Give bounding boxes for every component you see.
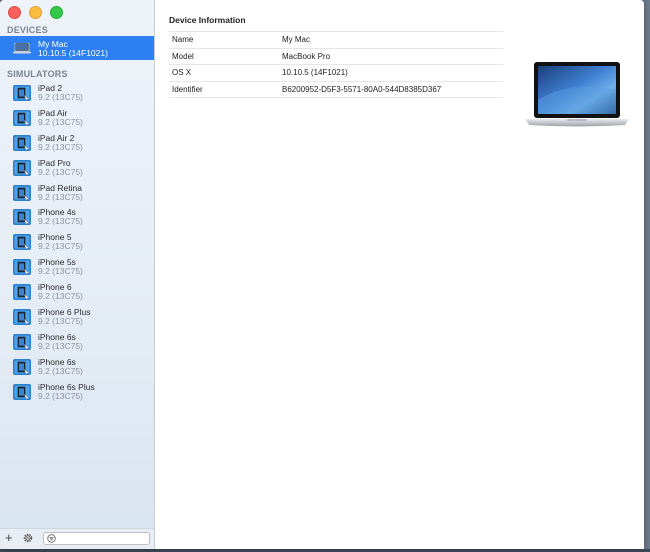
simulator-item[interactable]: iPad Pro 9.2 (13C75) [0,156,154,181]
sidebar: DEVICES My Mac 10.10.5 (14F1021) SIMULAT… [0,0,155,549]
simulator-version: 9.2 (13C75) [38,191,83,202]
simulator-icon [13,134,31,151]
desktop-background [644,0,650,552]
macbook-pro-image [525,62,629,127]
simulator-icon [13,85,31,101]
info-key: Model [172,51,194,61]
simulator-item[interactable]: iPhone 6s Plus 9.2 (13C75) [0,380,154,405]
device-item-my-mac[interactable]: My Mac 10.10.5 (14F1021) [0,36,154,60]
simulator-list: iPad 2 9.2 (13C75) iPad Air 9.2 (13C75) iPad… [0,81,154,405]
simulator-version: 9.2 (13C75) [38,241,83,252]
minimize-window-button[interactable] [29,6,42,19]
simulator-version: 9.2 (13C75) [38,365,83,376]
add-device-button[interactable]: + [5,531,13,545]
info-row-name: Name My Mac [169,31,503,48]
sidebar-bottom-bar: + [0,528,154,549]
simulator-icon [13,383,31,400]
info-value: MacBook Pro [282,51,331,61]
info-row-model: Model MacBook Pro [169,47,503,65]
simulator-version: 9.2 (13C75) [38,166,83,177]
simulator-icon [13,333,31,350]
simulator-icon [13,309,31,326]
devices-window: DEVICES My Mac 10.10.5 (14F1021) SIMULAT… [0,0,644,549]
window-controls [8,6,63,19]
simulator-icon [13,259,31,276]
simulator-version: 9.2 (13C75) [38,266,83,277]
simulator-icon [13,284,31,301]
simulator-icon [13,184,31,201]
simulator-item[interactable]: iPhone 6s 9.2 (13C75) [0,330,154,355]
simulator-version: 9.2 (13C75) [38,340,83,351]
simulator-version: 9.2 (13C75) [38,216,83,227]
simulator-item[interactable]: iPhone 4s 9.2 (13C75) [0,205,154,230]
info-row-os: OS X 10.10.5 (14F1021) [169,64,503,81]
filter-search-field[interactable] [43,532,150,545]
simulators-section-header: SIMULATORS [7,69,68,79]
gear-icon[interactable] [22,532,34,544]
info-key: Name [172,35,194,44]
simulator-item[interactable]: iPhone 6s 9.2 (13C75) [0,355,154,380]
zoom-window-button[interactable] [50,6,63,19]
simulator-item[interactable]: iPad Air 9.2 (13C75) [0,106,154,131]
simulator-icon [13,234,31,251]
info-value: My Mac [282,35,310,44]
simulator-item[interactable]: iPhone 5 9.2 (13C75) [0,230,154,255]
info-row-identifier: Identifier B6200952-D5F3-5571-80A0-544D8… [169,80,503,98]
devices-section-header: DEVICES [7,25,48,35]
device-information-table: Name My Mac Model MacBook Pro OS X 10.10… [169,31,503,98]
info-key: Identifier [172,84,203,94]
simulator-item[interactable]: iPhone 6 Plus 9.2 (13C75) [0,305,154,330]
simulator-item[interactable]: iPad 2 9.2 (13C75) [0,81,154,106]
info-key: OS X [172,68,192,77]
info-value[interactable]: B6200952-D5F3-5571-80A0-544D8385D367 [282,85,441,94]
filter-icon [47,534,56,543]
simulator-item[interactable]: iPad Retina 9.2 (13C75) [0,181,154,206]
info-value: 10.10.5 (14F1021) [282,68,348,77]
simulator-icon [13,159,31,176]
simulator-version: 9.2 (13C75) [38,316,83,327]
simulator-icon [13,209,31,226]
simulator-version: 9.2 (13C75) [38,291,83,302]
simulator-item[interactable]: iPhone 5s 9.2 (13C75) [0,255,154,280]
simulator-version: 9.2 (13C75) [38,141,83,152]
simulator-icon [13,109,31,126]
laptop-icon [13,43,31,54]
device-information-panel: Device Information Name My Mac Model Mac… [155,0,644,549]
device-information-title: Device Information [169,15,246,25]
close-window-button[interactable] [8,6,21,19]
simulator-icon [13,358,31,375]
simulator-version: 9.2 (13C75) [38,116,83,127]
simulator-version: 9.2 (13C75) [38,390,83,401]
simulator-version: 9.2 (13C75) [38,92,83,102]
device-version: 10.10.5 (14F1021) [38,48,108,58]
simulator-item[interactable]: iPhone 6 9.2 (13C75) [0,280,154,305]
simulator-item[interactable]: iPad Air 2 9.2 (13C75) [0,131,154,156]
